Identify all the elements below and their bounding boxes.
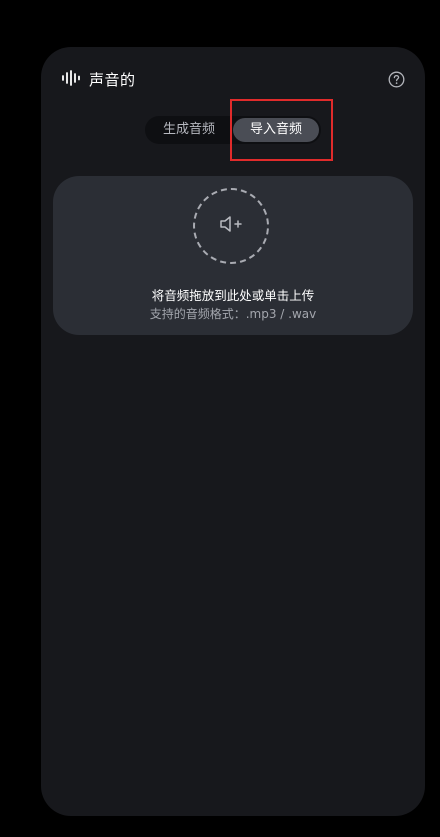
tab-generate-audio[interactable]: 生成音频 bbox=[147, 118, 231, 142]
waveform-icon bbox=[61, 69, 81, 90]
audio-dropzone[interactable]: 将音频拖放到此处或单击上传 支持的音频格式：.mp3 / .wav bbox=[53, 176, 413, 335]
speaker-plus-icon bbox=[218, 213, 244, 239]
question-circle-icon bbox=[388, 71, 405, 92]
dropzone-title: 将音频拖放到此处或单击上传 bbox=[151, 288, 315, 303]
audio-panel: 声音的 生成音频 导入音频 将音频拖放到此处或单击上传 支持的音频格式：.mp3… bbox=[41, 47, 425, 816]
highlight-box bbox=[230, 99, 333, 161]
title-group: 声音的 bbox=[61, 69, 136, 90]
help-button[interactable] bbox=[388, 71, 405, 88]
panel-title: 声音的 bbox=[89, 71, 136, 89]
dropzone-subtitle: 支持的音频格式：.mp3 / .wav bbox=[149, 307, 317, 321]
upload-circle[interactable] bbox=[193, 188, 269, 264]
